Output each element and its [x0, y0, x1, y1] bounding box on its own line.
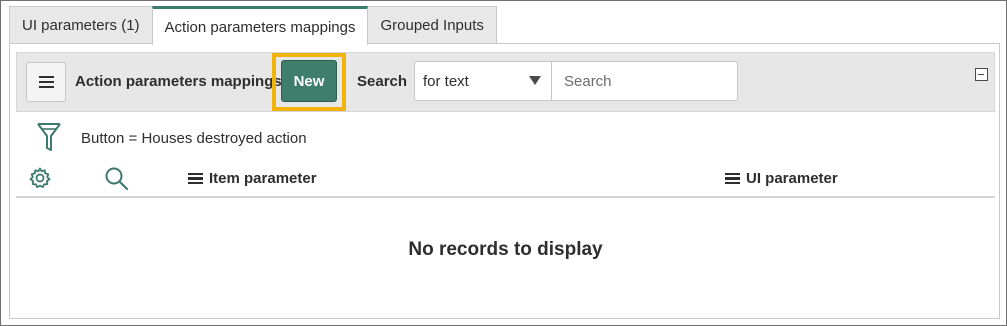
dropdown-arrow-icon: [529, 76, 541, 85]
column-header-item-parameter[interactable]: Item parameter: [188, 170, 317, 187]
tab-grouped-inputs[interactable]: Grouped Inputs: [367, 6, 497, 44]
column-header-ui-parameter[interactable]: UI parameter: [725, 170, 838, 187]
gear-icon[interactable]: [28, 166, 52, 190]
window-frame: UI parameters (1) Action parameters mapp…: [0, 0, 1007, 326]
list-menu-button[interactable]: [26, 62, 66, 102]
tab-ui-parameters[interactable]: UI parameters (1): [9, 6, 153, 44]
tab-action-parameters-mappings[interactable]: Action parameters mappings: [151, 6, 369, 45]
hamburger-icon: [38, 76, 54, 78]
search-field-select[interactable]: for text: [414, 61, 552, 101]
funnel-icon[interactable]: [36, 122, 62, 152]
search-icon[interactable]: [104, 166, 130, 192]
new-button[interactable]: New: [281, 60, 337, 102]
empty-state-message: No records to display: [408, 239, 603, 260]
related-list-panel: Action parameters mappings New Search fo…: [9, 43, 1000, 319]
collapse-icon[interactable]: [975, 68, 988, 81]
search-label: Search: [357, 73, 408, 90]
column-menu-icon[interactable]: [188, 172, 203, 185]
filter-condition-text[interactable]: Button = Houses destroyed action: [81, 130, 307, 147]
search-input[interactable]: [551, 61, 738, 101]
column-header-label: Item parameter: [209, 170, 317, 187]
filter-breadcrumb: Button = Houses destroyed action: [30, 122, 630, 152]
tab-bar: UI parameters (1) Action parameters mapp…: [9, 6, 497, 45]
column-header-label: UI parameter: [746, 170, 838, 187]
list-title: Action parameters mappings: [75, 73, 282, 90]
search-field-select-value: for text: [423, 72, 469, 90]
list-toolbar: Action parameters mappings New Search fo…: [16, 52, 995, 112]
column-menu-icon[interactable]: [725, 172, 740, 185]
table-header-row: Item parameter UI parameter: [16, 162, 995, 198]
hamburger-icon-bar: [38, 86, 54, 88]
hamburger-icon-bar: [38, 81, 54, 83]
